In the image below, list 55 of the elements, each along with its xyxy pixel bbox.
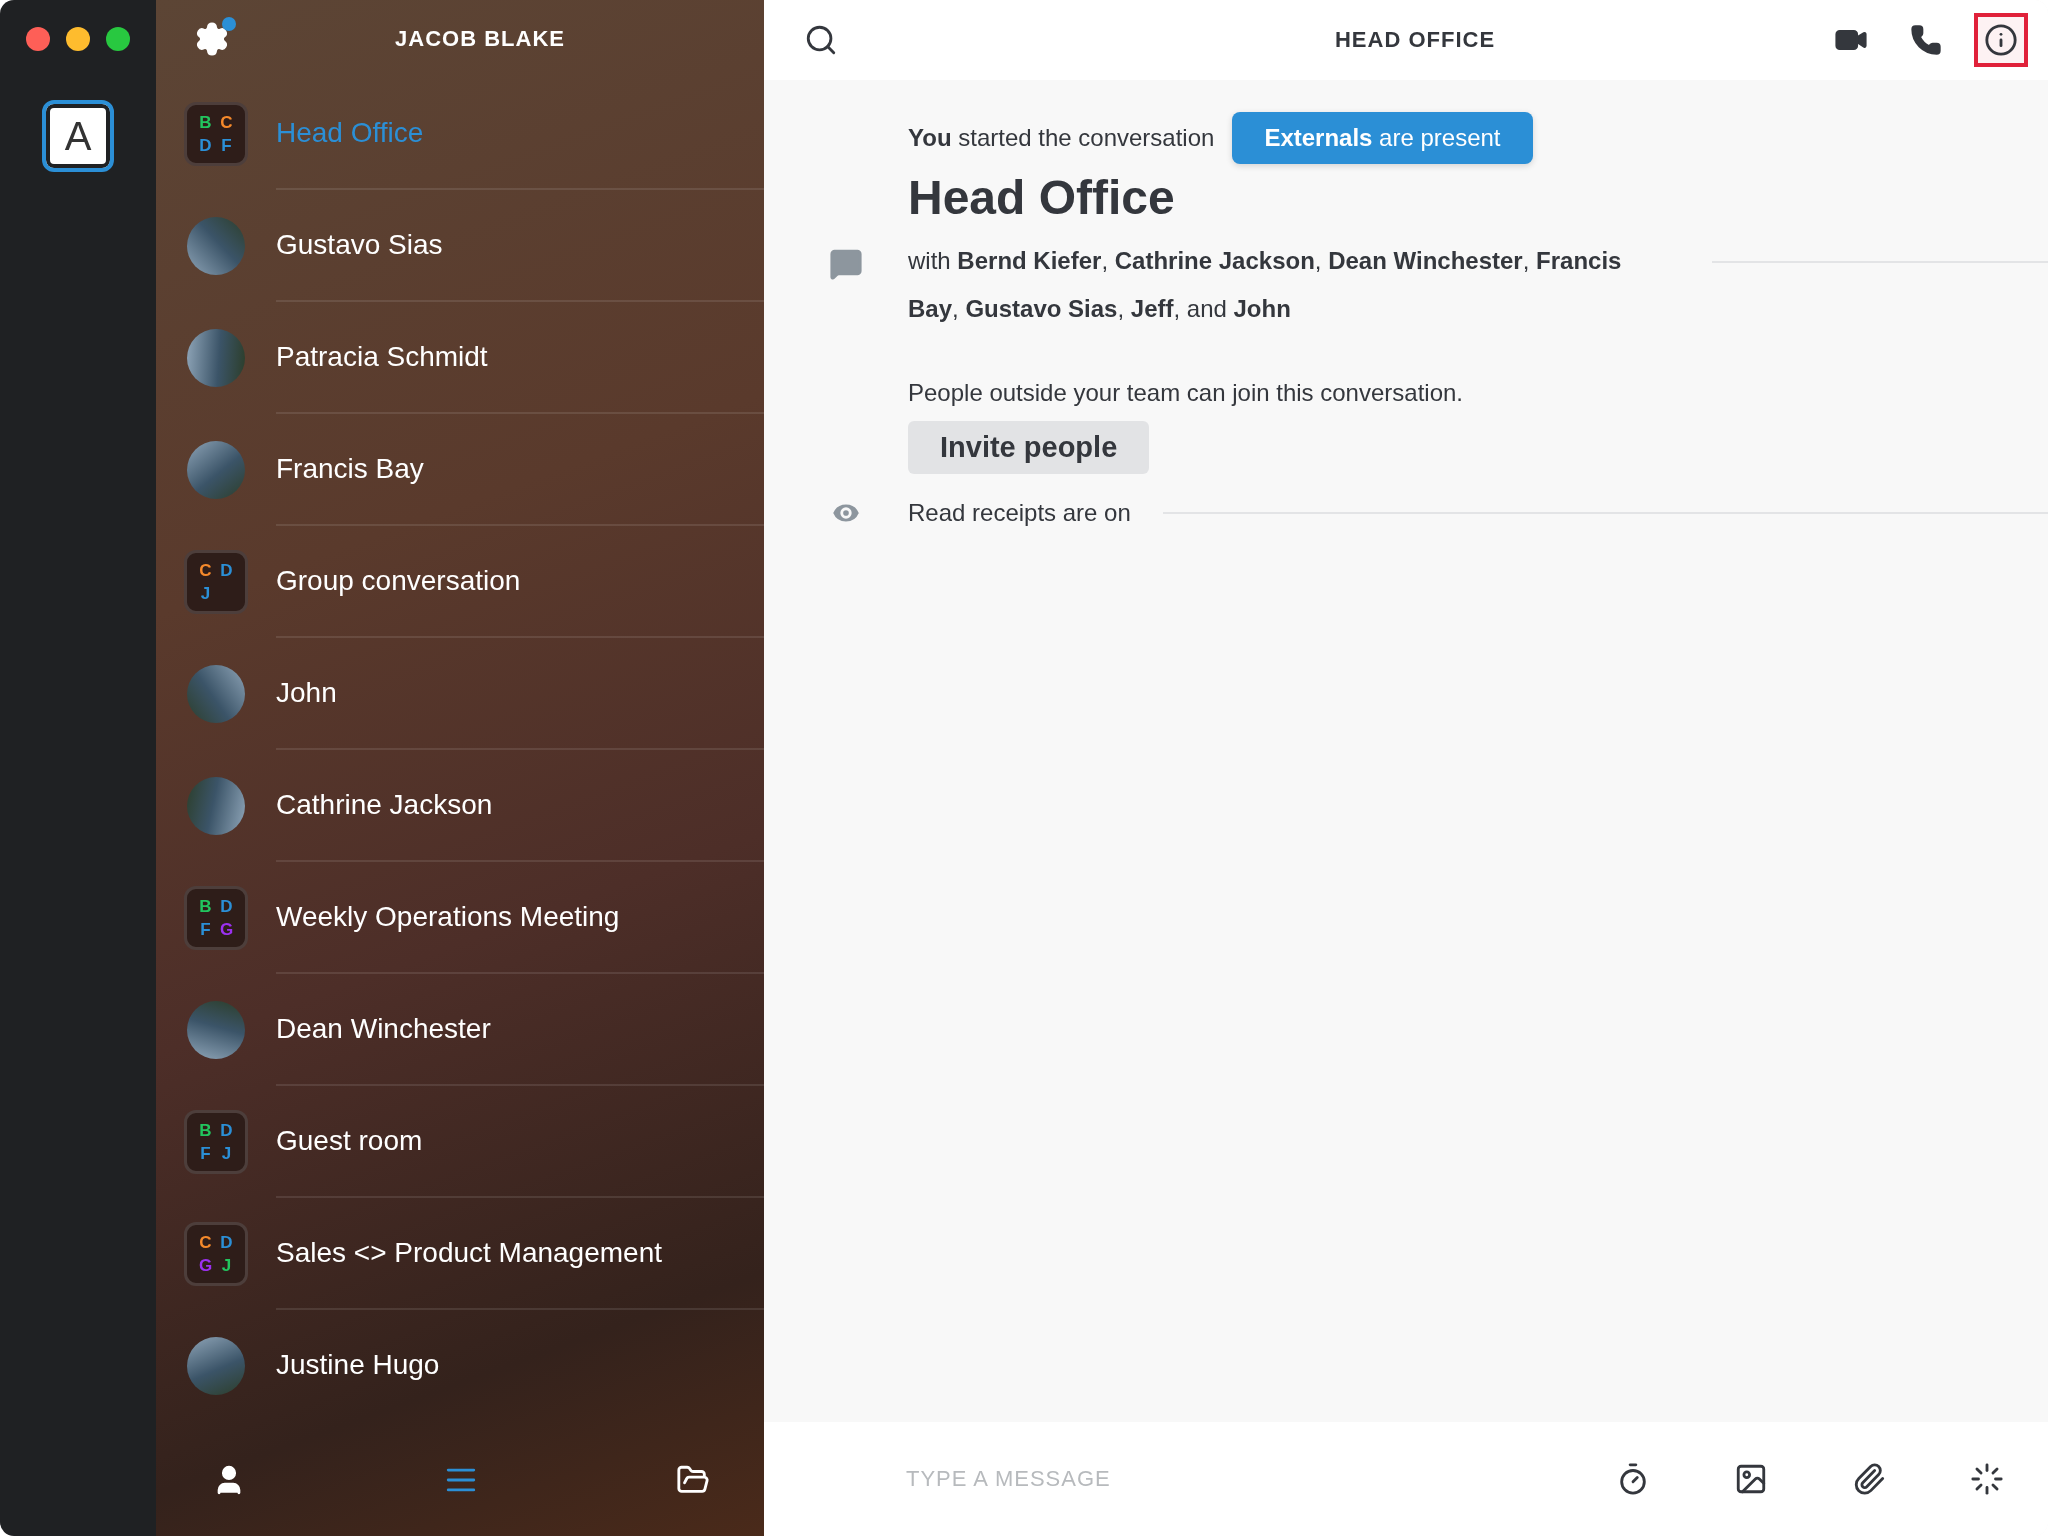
- conversation-item[interactable]: Francis Bay: [276, 453, 424, 485]
- search-icon: [804, 23, 838, 57]
- account-button[interactable]: A: [42, 100, 114, 172]
- info-icon: [1984, 23, 2018, 57]
- avatar-initial: J: [220, 1142, 233, 1165]
- externals-badge: Externals are present: [1232, 112, 1533, 164]
- photo-placeholder: [187, 441, 245, 499]
- conversation-item[interactable]: Weekly Operations Meeting: [276, 901, 620, 933]
- paperclip-icon: [1852, 1462, 1886, 1496]
- avatar-initial: F: [220, 134, 233, 157]
- read-receipts-text: Read receipts are on: [908, 499, 1131, 527]
- speech-bubble-icon: [829, 247, 863, 281]
- conversation-item[interactable]: Sales <> Product Management: [276, 1237, 662, 1269]
- conversation-heading: Head Office: [908, 170, 1176, 225]
- user-name: JACOB BLAKE: [394, 26, 566, 52]
- phone-icon: [1910, 24, 1942, 56]
- invite-people-button[interactable]: Invite people: [908, 421, 1150, 474]
- avatar-initial: D: [219, 1231, 234, 1254]
- avatar-initial: D: [219, 559, 234, 582]
- conversation-started-text: You started the conversation: [908, 124, 1215, 152]
- avatar-initial: G: [218, 918, 235, 941]
- avatar-initial: C: [198, 1231, 213, 1254]
- conversation-title: HEAD OFFICE: [1333, 27, 1497, 53]
- avatar-initial: D: [198, 134, 213, 157]
- conversation-item[interactable]: Patracia Schmidt: [276, 341, 488, 373]
- avatar-initial: B: [198, 895, 213, 918]
- participants-text: with Bernd Kiefer, Cathrine Jackson, Dean Winchester, Francis Bay, Gustavo Sias, Jeff, and John: [908, 246, 1623, 324]
- avatar-initial: B: [198, 1119, 213, 1142]
- avatar-initial: G: [197, 1254, 214, 1277]
- conversation-item[interactable]: Guest room: [276, 1125, 423, 1157]
- image-icon: [1734, 1462, 1768, 1496]
- conversation-item[interactable]: Cathrine Jackson: [276, 789, 493, 821]
- avatar-initial: J: [199, 582, 212, 605]
- burst-icon: [1970, 1462, 2004, 1496]
- avatar-initial: J: [220, 1254, 233, 1277]
- conversation-item[interactable]: Justine Hugo: [276, 1349, 440, 1381]
- avatar-initial: F: [199, 918, 212, 941]
- avatar-initial: D: [219, 1119, 234, 1142]
- avatar-initial: B: [198, 111, 213, 134]
- window-control-button[interactable]: [66, 27, 90, 51]
- window-control-button[interactable]: [26, 27, 50, 51]
- window-control-button[interactable]: [106, 27, 130, 51]
- conversation-item[interactable]: Gustavo Sias: [276, 229, 443, 261]
- conversation-item[interactable]: Group conversation: [276, 565, 521, 597]
- message-input[interactable]: TYPE A MESSAGE: [904, 1465, 1536, 1493]
- avatar-initial: F: [199, 1142, 212, 1165]
- settings-icon: [194, 21, 230, 57]
- avatar-initial: D: [219, 895, 234, 918]
- avatar-initial: C: [219, 111, 234, 134]
- avatar-initial: C: [198, 559, 213, 582]
- guest-note: People outside your team can join this conversation.: [908, 379, 1464, 407]
- photo-placeholder: [187, 1337, 245, 1395]
- conversation-item[interactable]: John: [276, 677, 337, 709]
- conversation-item[interactable]: Dean Winchester: [276, 1013, 491, 1045]
- info-button[interactable]: [1974, 13, 2028, 67]
